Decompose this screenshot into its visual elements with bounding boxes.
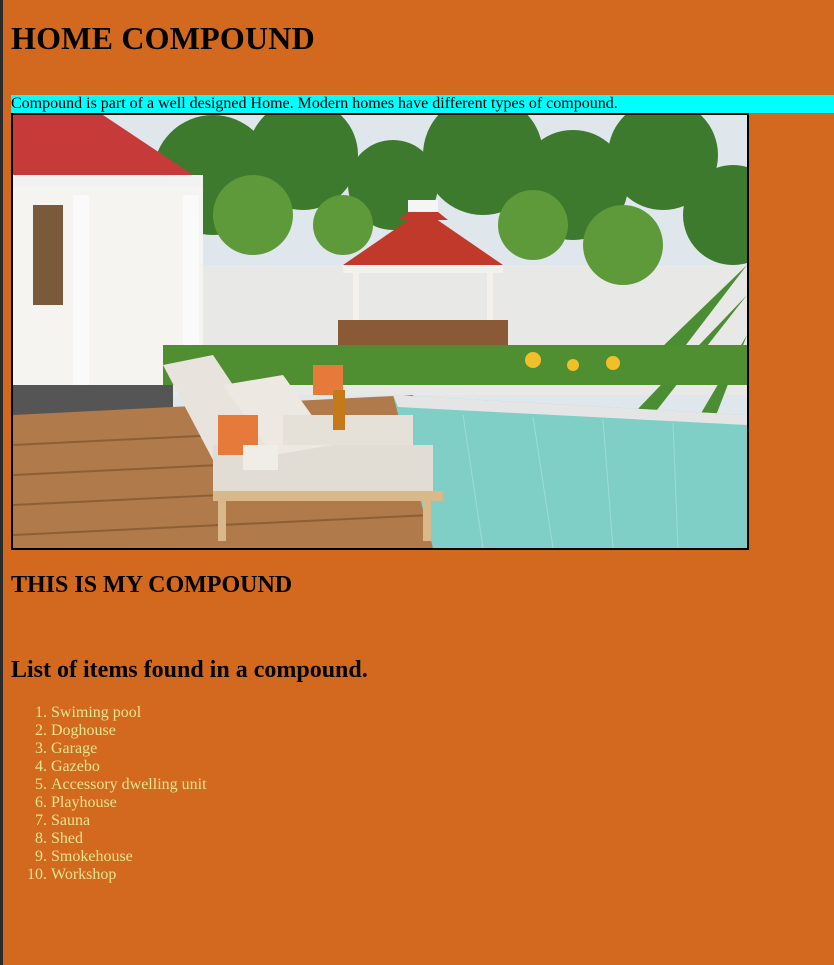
list-item: Doghouse [51, 722, 207, 740]
list-item: Playhouse [51, 794, 207, 812]
list-item: Gazebo [51, 758, 207, 776]
compound-subtitle: THIS IS MY COMPOUND [11, 572, 293, 598]
list-item: Swiming pool [51, 704, 207, 722]
list-item: Sauna [51, 812, 207, 830]
compound-photo-illustration [13, 115, 747, 548]
list-item: Garage [51, 740, 207, 758]
list-item: Workshop [51, 866, 207, 884]
list-heading: List of items found in a compound. [11, 657, 368, 683]
list-item: Shed [51, 830, 207, 848]
intro-paragraph: Compound is part of a well designed Home… [11, 95, 834, 113]
window-left-edge [0, 0, 3, 965]
list-item: Accessory dwelling unit [51, 776, 207, 794]
page-title: HOME COMPOUND [11, 20, 315, 56]
compound-photo [11, 113, 749, 550]
list-item: Smokehouse [51, 848, 207, 866]
compound-items-list: Swiming pool Doghouse Garage Gazebo Acce… [11, 704, 207, 884]
